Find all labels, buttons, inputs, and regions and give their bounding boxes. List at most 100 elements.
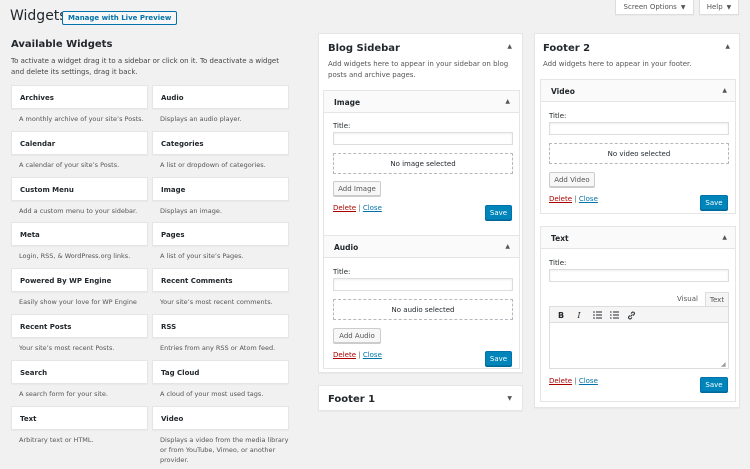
widget-calendar[interactable]: Calendar — [11, 130, 148, 155]
widget-categories[interactable]: Categories — [152, 130, 289, 155]
screen-options-tab[interactable]: Screen Options ▼ — [615, 0, 694, 15]
widget-name: Text — [20, 414, 37, 423]
visual-tab[interactable]: Visual — [672, 292, 703, 306]
delete-link[interactable]: Delete — [549, 195, 572, 203]
save-button[interactable]: Save — [485, 351, 512, 366]
expand-arrow-icon[interactable]: ▼ — [507, 395, 512, 402]
widget-name: Video — [161, 414, 184, 423]
link-icon[interactable] — [625, 309, 637, 321]
widget-pages[interactable]: Pages — [152, 222, 289, 247]
video-widget-title: Video — [551, 87, 575, 96]
collapse-arrow-icon[interactable]: ▲ — [722, 234, 727, 241]
close-link[interactable]: Close — [363, 204, 382, 212]
widget-tag-cloud[interactable]: Tag Cloud — [152, 359, 289, 384]
audio-widget: Audio ▲ Title: No audio selected Add Aud… — [323, 235, 520, 369]
title-label: Title: — [549, 259, 567, 267]
widget-text[interactable]: Text — [11, 405, 148, 430]
collapse-arrow-icon[interactable]: ▲ — [505, 243, 510, 250]
widget-video[interactable]: Video — [152, 405, 289, 430]
widget-custom-menu[interactable]: Custom Menu — [11, 176, 148, 201]
widget-recent-posts[interactable]: Recent Posts — [11, 314, 148, 338]
widget-description: A search form for your site. — [19, 389, 108, 398]
collapse-arrow-icon[interactable]: ▲ — [507, 43, 512, 50]
available-widgets-heading: Available Widgets — [11, 39, 113, 50]
video-widget: Video ▲ Title: No video selected Add Vid… — [540, 79, 736, 214]
widget-name: Custom Menu — [20, 185, 74, 194]
delete-link[interactable]: Delete — [333, 204, 356, 212]
italic-icon[interactable]: I — [573, 309, 585, 321]
widget-image[interactable]: Image — [152, 176, 289, 201]
image-widget-header[interactable]: Image — [324, 91, 519, 113]
title-input[interactable] — [333, 132, 513, 145]
widget-actions: Delete | Close — [333, 204, 382, 212]
bullet-list-icon[interactable] — [591, 309, 603, 321]
footer-2-title[interactable]: Footer 2 — [543, 43, 590, 54]
widget-description: Displays an audio player. — [160, 115, 242, 123]
widget-actions: Delete | Close — [549, 195, 598, 203]
widget-description: A list of your site’s Pages. — [160, 252, 244, 261]
collapse-arrow-icon[interactable]: ▲ — [725, 43, 730, 50]
help-label: Help — [706, 3, 723, 11]
widget-name: Calendar — [20, 139, 56, 148]
save-button[interactable]: Save — [485, 205, 512, 220]
editor-toolbar: B I — [549, 306, 729, 323]
collapse-arrow-icon[interactable]: ▲ — [505, 98, 510, 105]
caret-down-icon: ▼ — [680, 3, 686, 11]
add-image-button[interactable]: Add Image — [333, 181, 381, 196]
bold-icon[interactable]: B — [555, 309, 567, 321]
numbered-list-icon[interactable] — [608, 309, 620, 321]
widget-actions: Delete | Close — [549, 377, 598, 385]
blog-sidebar-title[interactable]: Blog Sidebar — [328, 43, 400, 54]
delete-link[interactable]: Delete — [333, 351, 356, 359]
image-widget: Image ▲ Title: No image selected Add Ima… — [323, 90, 520, 259]
close-link[interactable]: Close — [363, 351, 382, 359]
widget-search[interactable]: Search — [11, 359, 148, 384]
title-label: Title: — [333, 122, 351, 130]
widget-actions: Delete | Close — [333, 351, 382, 359]
collapse-arrow-icon[interactable]: ▲ — [722, 87, 727, 94]
widget-name: Recent Posts — [20, 323, 72, 331]
close-link[interactable]: Close — [579, 377, 598, 385]
text-widget: Text ▲ Title: Visual Text B I ◢ Delete |… — [540, 226, 736, 402]
widget-audio[interactable]: Audio — [152, 85, 289, 109]
add-video-button[interactable]: Add Video — [549, 172, 595, 187]
widget-name: Pages — [161, 231, 185, 240]
widget-name: Search — [20, 368, 48, 377]
widget-name: Recent Comments — [161, 277, 233, 286]
add-audio-button[interactable]: Add Audio — [333, 328, 381, 343]
manage-live-preview-button[interactable]: Manage with Live Preview — [62, 11, 178, 25]
title-input[interactable] — [549, 269, 729, 282]
widget-recent-comments[interactable]: Recent Comments — [152, 268, 289, 293]
video-widget-header[interactable]: Video — [541, 80, 735, 102]
widget-description: Your site’s most recent Posts. — [19, 344, 115, 352]
blog-sidebar-description: Add widgets here to appear in your sideb… — [328, 60, 509, 79]
widget-rss[interactable]: RSS — [152, 314, 289, 338]
blog-sidebar-panel: Blog Sidebar ▲ Add widgets here to appea… — [318, 33, 523, 373]
widget-description: Displays an image. — [160, 206, 222, 215]
widget-meta[interactable]: Meta — [11, 222, 148, 247]
save-button[interactable]: Save — [700, 377, 728, 392]
footer-2-description: Add widgets here to appear in your foote… — [543, 60, 692, 68]
close-link[interactable]: Close — [579, 195, 598, 203]
audio-widget-header[interactable]: Audio — [324, 236, 519, 258]
resize-handle-icon[interactable]: ◢ — [721, 361, 726, 368]
help-tab[interactable]: Help ▼ — [699, 0, 739, 15]
text-tab[interactable]: Text — [705, 292, 729, 306]
text-widget-header[interactable]: Text — [541, 227, 735, 249]
title-input[interactable] — [333, 278, 513, 291]
text-content-editor[interactable] — [549, 323, 729, 369]
widget-powered-by-wp-engine[interactable]: Powered By WP Engine — [11, 268, 148, 293]
title-input[interactable] — [549, 122, 729, 135]
widget-description: Your site’s most recent comments. — [160, 298, 273, 307]
save-button[interactable]: Save — [700, 195, 728, 210]
footer-1-title: Footer 1 — [328, 394, 376, 405]
widget-archives[interactable]: Archives — [11, 85, 148, 109]
footer-1-panel[interactable]: Footer 1 ▼ — [318, 385, 523, 411]
widget-name: Categories — [161, 139, 204, 148]
caret-down-icon: ▼ — [726, 3, 732, 11]
widget-name: Audio — [161, 94, 184, 102]
widget-name: Image — [161, 185, 186, 194]
widget-name: Powered By WP Engine — [20, 277, 112, 286]
widget-description: Login, RSS, & WordPress.org links. — [19, 252, 131, 261]
delete-link[interactable]: Delete — [549, 377, 572, 385]
